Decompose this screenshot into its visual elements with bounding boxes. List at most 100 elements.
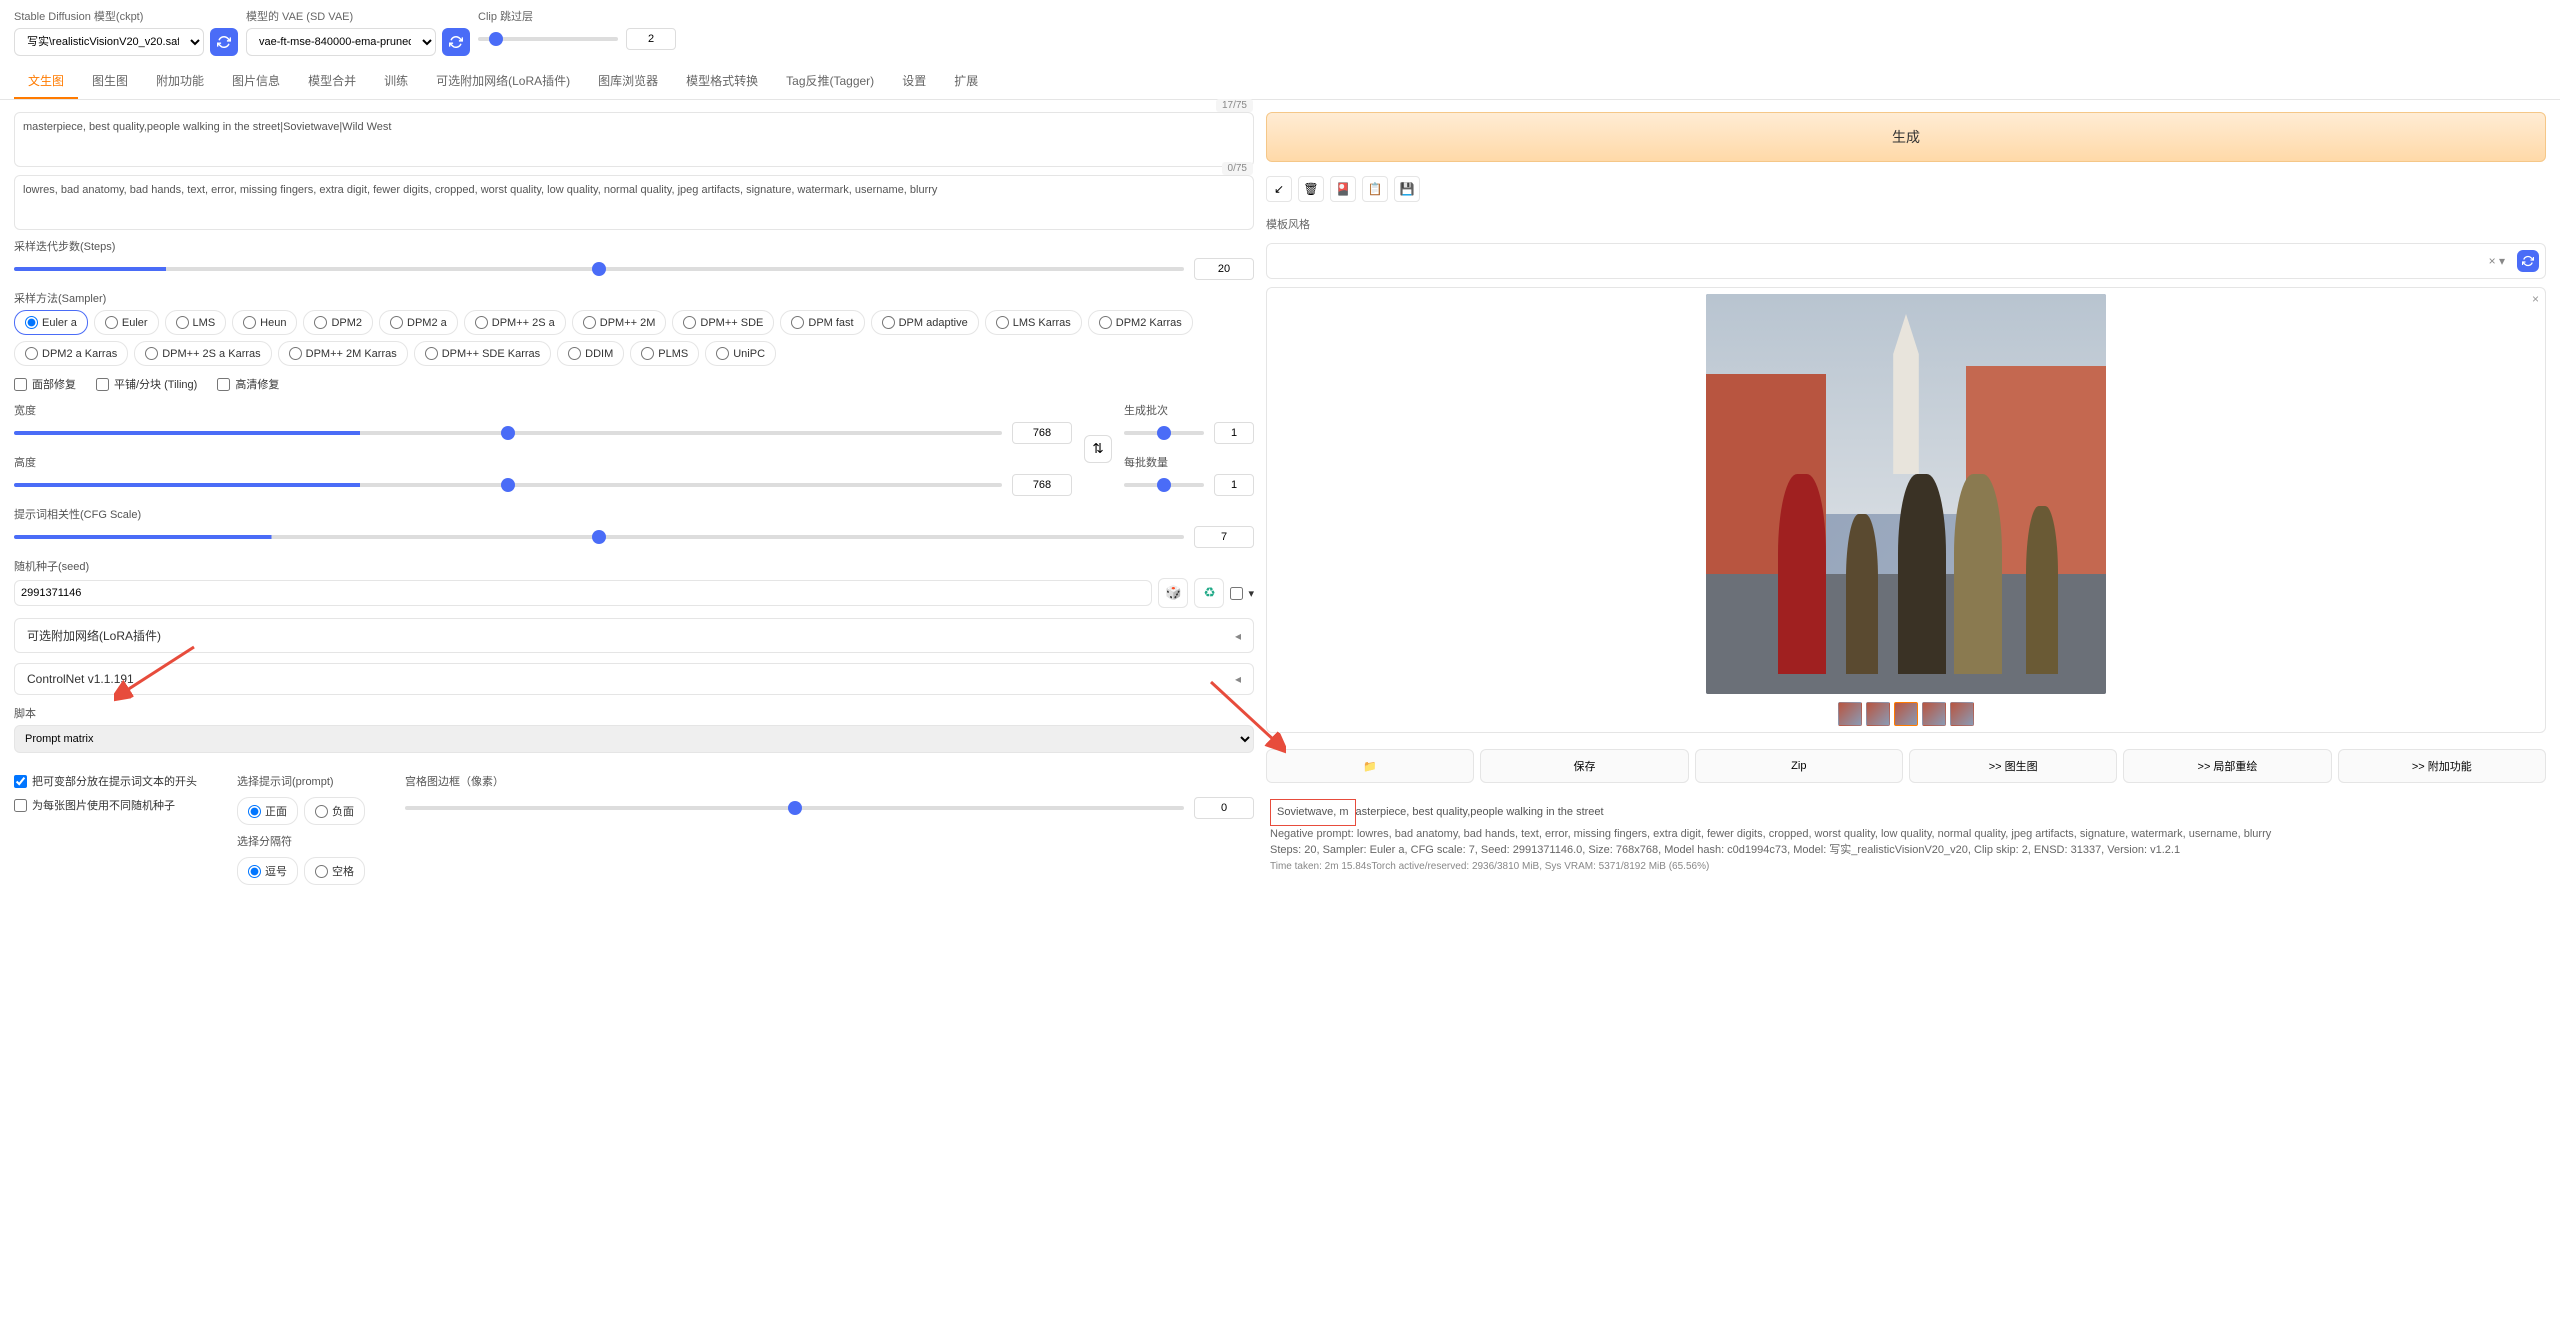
tool-save-button[interactable]: 💾 bbox=[1394, 176, 1420, 202]
generate-button[interactable]: 生成 bbox=[1266, 112, 2546, 162]
clip-value[interactable] bbox=[626, 28, 676, 50]
tool-trash-button[interactable]: 🗑 bbox=[1298, 176, 1324, 202]
seed-input[interactable] bbox=[14, 580, 1152, 606]
prompt-input[interactable]: masterpiece, best quality,people walking… bbox=[23, 121, 1245, 155]
steps-value[interactable] bbox=[1194, 258, 1254, 280]
thumbnail[interactable] bbox=[1894, 702, 1918, 726]
sampler-option[interactable]: DPM++ 2M bbox=[572, 310, 667, 335]
tab-1[interactable]: 图生图 bbox=[78, 64, 142, 99]
tool-palette-button[interactable]: 🎴 bbox=[1330, 176, 1356, 202]
seed-extra-check[interactable]: ▾ bbox=[1230, 587, 1254, 600]
tab-11[interactable]: 扩展 bbox=[940, 64, 992, 99]
width-value[interactable] bbox=[1012, 422, 1072, 444]
main-tabs: 文生图图生图附加功能图片信息模型合并训练可选附加网络(LoRA插件)图库浏览器模… bbox=[0, 64, 2560, 100]
batch-size-label: 每批数量 bbox=[1124, 454, 1254, 470]
height-value[interactable] bbox=[1012, 474, 1072, 496]
steps-label: 采样迭代步数(Steps) bbox=[14, 238, 1254, 254]
sampler-option[interactable]: DPM++ 2S a bbox=[464, 310, 566, 335]
steps-slider[interactable] bbox=[14, 267, 1184, 271]
vae-select[interactable]: vae-ft-mse-840000-ema-pruned.safetensors bbox=[246, 28, 436, 56]
sampler-option[interactable]: Euler a bbox=[14, 310, 88, 335]
open-folder-button[interactable]: 📁 bbox=[1266, 749, 1474, 783]
tab-9[interactable]: Tag反推(Tagger) bbox=[772, 64, 888, 99]
tab-6[interactable]: 可选附加网络(LoRA插件) bbox=[422, 64, 584, 99]
output-info: Sovietwave, masterpiece, best quality,pe… bbox=[1266, 791, 2546, 882]
width-slider[interactable] bbox=[14, 431, 1002, 435]
seed-recycle-button[interactable]: ♻ bbox=[1194, 578, 1224, 608]
zip-button[interactable]: Zip bbox=[1695, 749, 1903, 783]
save-button[interactable]: 保存 bbox=[1480, 749, 1688, 783]
tab-4[interactable]: 模型合并 bbox=[294, 64, 370, 99]
matrix-check1[interactable]: 把可变部分放在提示词文本的开头 bbox=[14, 773, 197, 789]
sampler-option[interactable]: DDIM bbox=[557, 341, 624, 366]
sampler-option[interactable]: DPM++ SDE bbox=[672, 310, 774, 335]
model-refresh-button[interactable] bbox=[210, 28, 238, 56]
tab-5[interactable]: 训练 bbox=[370, 64, 422, 99]
style-label: 模板风格 bbox=[1266, 216, 2546, 232]
seed-random-button[interactable]: 🎲 bbox=[1158, 578, 1188, 608]
thumbnail[interactable] bbox=[1950, 702, 1974, 726]
controlnet-accordion[interactable]: ControlNet v1.1.191◂ bbox=[14, 663, 1254, 695]
tiling-check[interactable]: 平铺/分块 (Tiling) bbox=[96, 376, 197, 392]
cfg-value[interactable] bbox=[1194, 526, 1254, 548]
sampler-option[interactable]: DPM2 a bbox=[379, 310, 458, 335]
matrix-margin-value[interactable] bbox=[1194, 797, 1254, 819]
sampler-option[interactable]: DPM fast bbox=[780, 310, 864, 335]
height-label: 高度 bbox=[14, 454, 1072, 470]
tab-3[interactable]: 图片信息 bbox=[218, 64, 294, 99]
tab-8[interactable]: 模型格式转换 bbox=[672, 64, 772, 99]
swap-dims-button[interactable]: ⇅ bbox=[1084, 435, 1112, 463]
send-inpaint-button[interactable]: >> 局部重绘 bbox=[2123, 749, 2331, 783]
vae-refresh-button[interactable] bbox=[442, 28, 470, 56]
cfg-slider[interactable] bbox=[14, 535, 1184, 539]
tab-7[interactable]: 图库浏览器 bbox=[584, 64, 672, 99]
tab-0[interactable]: 文生图 bbox=[14, 64, 78, 99]
model-select[interactable]: 写实\realisticVisionV20_v20.safetensors [c… bbox=[14, 28, 204, 56]
send-extras-button[interactable]: >> 附加功能 bbox=[2338, 749, 2546, 783]
batch-size-slider[interactable] bbox=[1124, 483, 1204, 487]
neg-prompt-input[interactable]: lowres, bad anatomy, bad hands, text, er… bbox=[23, 184, 1245, 218]
tool-clipboard-button[interactable]: 📋 bbox=[1362, 176, 1388, 202]
vae-label: 模型的 VAE (SD VAE) bbox=[246, 8, 470, 24]
sampler-option[interactable]: UniPC bbox=[705, 341, 776, 366]
sampler-option[interactable]: PLMS bbox=[630, 341, 699, 366]
sampler-option[interactable]: DPM++ 2S a Karras bbox=[134, 341, 271, 366]
matrix-neg-radio[interactable]: 负面 bbox=[304, 797, 365, 825]
matrix-margin-slider[interactable] bbox=[405, 806, 1184, 810]
matrix-check2[interactable]: 为每张图片使用不同随机种子 bbox=[14, 797, 197, 813]
batch-count-slider[interactable] bbox=[1124, 431, 1204, 435]
sampler-option[interactable]: Euler bbox=[94, 310, 159, 335]
style-clear-icon[interactable]: × ▾ bbox=[2489, 254, 2505, 268]
face-restore-check[interactable]: 面部修复 bbox=[14, 376, 76, 392]
height-slider[interactable] bbox=[14, 483, 1002, 487]
matrix-space-radio[interactable]: 空格 bbox=[304, 857, 365, 885]
sampler-option[interactable]: LMS Karras bbox=[985, 310, 1082, 335]
batch-count-value[interactable] bbox=[1214, 422, 1254, 444]
thumbnail[interactable] bbox=[1922, 702, 1946, 726]
matrix-comma-radio[interactable]: 逗号 bbox=[237, 857, 298, 885]
sampler-option[interactable]: DPM2 Karras bbox=[1088, 310, 1193, 335]
sampler-option[interactable]: DPM2 a Karras bbox=[14, 341, 128, 366]
sampler-option[interactable]: Heun bbox=[232, 310, 297, 335]
batch-size-value[interactable] bbox=[1214, 474, 1254, 496]
clip-slider[interactable] bbox=[478, 37, 618, 41]
tab-10[interactable]: 设置 bbox=[888, 64, 940, 99]
sampler-option[interactable]: DPM++ 2M Karras bbox=[278, 341, 408, 366]
matrix-pos-radio[interactable]: 正面 bbox=[237, 797, 298, 825]
generated-image[interactable] bbox=[1706, 294, 2106, 694]
gallery-close-icon[interactable]: × bbox=[2532, 292, 2539, 306]
sampler-option[interactable]: DPM++ SDE Karras bbox=[414, 341, 551, 366]
thumbnail[interactable] bbox=[1838, 702, 1862, 726]
style-refresh-button[interactable] bbox=[2517, 250, 2539, 272]
sampler-option[interactable]: DPM adaptive bbox=[871, 310, 979, 335]
sampler-option[interactable]: DPM2 bbox=[303, 310, 373, 335]
seed-label: 随机种子(seed) bbox=[14, 558, 1254, 574]
sampler-option[interactable]: LMS bbox=[165, 310, 227, 335]
hires-check[interactable]: 高清修复 bbox=[217, 376, 279, 392]
send-img2img-button[interactable]: >> 图生图 bbox=[1909, 749, 2117, 783]
thumbnail[interactable] bbox=[1866, 702, 1890, 726]
tab-2[interactable]: 附加功能 bbox=[142, 64, 218, 99]
lora-accordion[interactable]: 可选附加网络(LoRA插件)◂ bbox=[14, 618, 1254, 653]
tool-arrow-button[interactable]: ↙ bbox=[1266, 176, 1292, 202]
script-select[interactable]: Prompt matrix bbox=[14, 725, 1254, 753]
